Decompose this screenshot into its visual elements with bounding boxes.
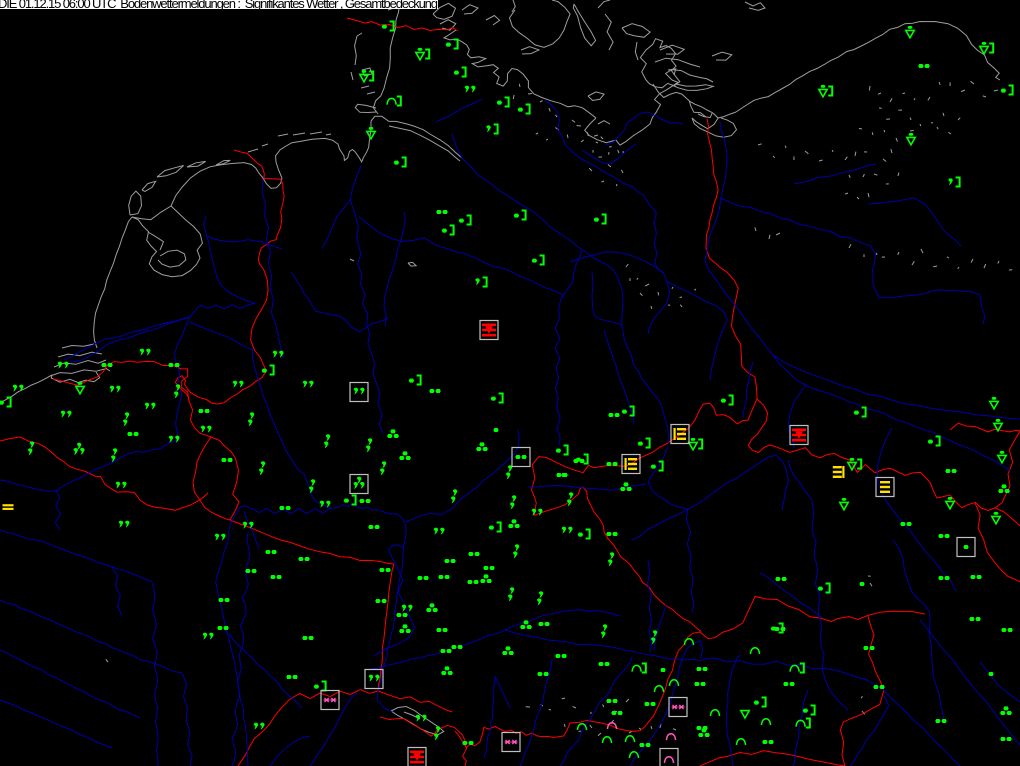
svg-text:DIE 01.12.15 06:00 UTC Bodenw: DIE 01.12.15 06:00 UTC Bodenwettermeldun…	[0, 0, 438, 11]
